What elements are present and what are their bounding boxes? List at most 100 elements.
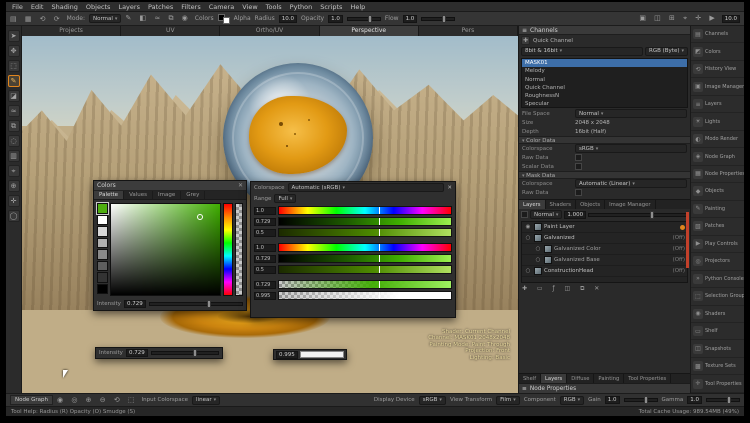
layer-visibility-icon[interactable]: ◉ xyxy=(524,224,532,230)
mask-raw-data-checkbox[interactable] xyxy=(575,189,582,196)
layer-row[interactable]: ◉ Paint Layer xyxy=(522,222,687,233)
panel-menu-icon[interactable]: ≡ xyxy=(522,27,527,34)
paint-mode-dropdown[interactable]: Normal xyxy=(89,14,121,23)
dock-item-modo-render[interactable]: ◐Modo Render xyxy=(691,131,744,148)
channel-item[interactable]: Normal xyxy=(522,76,687,84)
colors-panel-header[interactable]: Colors ✕ xyxy=(94,181,246,191)
tab-shelf[interactable]: Shelf xyxy=(519,374,541,383)
opacity-field[interactable]: 1.0 xyxy=(328,15,343,23)
tab-layers[interactable]: Layers xyxy=(519,200,546,209)
tab-ortho-uv[interactable]: Ortho/UV xyxy=(220,26,319,36)
swatch-gray-5[interactable] xyxy=(97,272,108,283)
select-tool-icon[interactable]: ➤ xyxy=(8,30,20,42)
swatch-black[interactable] xyxy=(97,284,108,295)
tab-palette[interactable]: Palette xyxy=(94,191,124,199)
intensity-field[interactable]: 0.729 xyxy=(124,300,146,308)
menu-edit[interactable]: Edit xyxy=(31,3,44,11)
swatch-green[interactable] xyxy=(97,203,108,214)
menu-python[interactable]: Python xyxy=(290,3,313,11)
color-picker-marker[interactable] xyxy=(197,214,203,220)
dock-item-layers[interactable]: ≡Layers xyxy=(691,96,744,113)
tab-layers-bottom[interactable]: Layers xyxy=(541,374,567,383)
dock-item-node-properties[interactable]: ▦Node Properties xyxy=(691,166,744,183)
transform-tool-icon[interactable]: ✥ xyxy=(8,45,20,57)
component-dropdown[interactable]: RGB xyxy=(560,396,584,405)
curve-value-field[interactable]: 0.729 xyxy=(254,281,276,289)
dock-item-python-console[interactable]: »Python Console xyxy=(691,271,744,288)
range-dropdown[interactable]: Full xyxy=(274,194,296,203)
dock-item-node-graph[interactable]: ◈Node Graph xyxy=(691,148,744,165)
dock-item-selection-groups[interactable]: ⬚Selection Groups xyxy=(691,288,744,305)
raw-data-checkbox[interactable] xyxy=(575,154,582,161)
dock-item-lights[interactable]: ☀Lights xyxy=(691,113,744,130)
tab-uv[interactable]: UV xyxy=(121,26,220,36)
alpha-strip[interactable] xyxy=(235,203,243,296)
gain-slider-thumb[interactable] xyxy=(644,396,648,404)
colorspace-dropdown[interactable]: sRGB xyxy=(575,144,687,153)
swatch-gray-1[interactable] xyxy=(97,226,108,237)
menu-tools[interactable]: Tools xyxy=(266,3,282,11)
file-space-dropdown[interactable]: Normal xyxy=(575,109,687,118)
menu-file[interactable]: File xyxy=(12,3,23,11)
layer-visibility-icon[interactable]: ○ xyxy=(534,246,542,252)
panel-menu-icon[interactable]: ≡ xyxy=(522,386,527,392)
flow-slider-thumb[interactable] xyxy=(442,15,446,23)
tab-image[interactable]: Image xyxy=(153,191,181,199)
dock-item-snapshots[interactable]: ◫Snapshots xyxy=(691,340,744,357)
channels-panel-header[interactable]: ≡ Channels xyxy=(519,26,690,35)
channel-item[interactable]: RoughnessN xyxy=(522,92,687,100)
swatch-gray-2[interactable] xyxy=(97,238,108,249)
layer-opacity-slider[interactable] xyxy=(588,213,688,217)
background-color-swatch[interactable] xyxy=(223,17,230,24)
dock-item-patches[interactable]: ▧Patches xyxy=(691,218,744,235)
paint-tool-icons[interactable]: ✎ ◧ ≈ ⧉ ◉ xyxy=(125,14,190,23)
project-file-icons[interactable]: ▤ ▦ ⟲ ⟳ xyxy=(10,15,63,23)
layer-visibility-icon[interactable]: ○ xyxy=(534,257,542,263)
close-icon[interactable]: ✕ xyxy=(447,185,452,191)
tab-diffuse[interactable]: Diffuse xyxy=(567,374,594,383)
dock-item-texture-sets[interactable]: ▩Texture Sets xyxy=(691,358,744,375)
tab-pers[interactable]: Pers xyxy=(419,26,518,36)
opacity-slider[interactable] xyxy=(347,17,381,21)
add-channel-icon[interactable]: ✚ xyxy=(521,36,530,45)
tab-shaders[interactable]: Shaders xyxy=(546,200,577,209)
dock-item-projectors[interactable]: ◎Projectors xyxy=(691,253,744,270)
viewport-nav-icons[interactable]: ◉ ◎ ⊕ ⊖ ⟲ ⬚ xyxy=(57,396,138,404)
hue-strip[interactable] xyxy=(223,203,233,296)
tab-image-manager[interactable]: Image Manager xyxy=(605,200,656,209)
mask-colorspace-dropdown[interactable]: Automatic (Linear) xyxy=(575,179,687,188)
layer-lock-checkbox[interactable] xyxy=(521,211,528,218)
colorspace-dropdown[interactable]: Automatic (sRGB) xyxy=(288,183,445,192)
intensity-field[interactable]: 0.729 xyxy=(126,349,148,357)
eyedropper-tool-icon[interactable]: ⌖ xyxy=(8,165,20,177)
intensity-slider[interactable] xyxy=(149,302,243,306)
pan-tool-icon[interactable]: ✛ xyxy=(8,195,20,207)
tab-grey[interactable]: Grey xyxy=(181,191,205,199)
tab-tool-properties[interactable]: Tool Properties xyxy=(624,374,671,383)
dock-item-painting[interactable]: ✎Painting xyxy=(691,201,744,218)
dock-item-shelf[interactable]: ▭Shelf xyxy=(691,323,744,340)
channel-item[interactable]: MASK01 xyxy=(522,59,687,67)
value-field[interactable]: 0.995 xyxy=(276,351,298,359)
gamma-field[interactable]: 1.0 xyxy=(687,396,702,404)
zoom-tool-icon[interactable]: ⊕ xyxy=(8,180,20,192)
curve-value-field[interactable]: 0.729 xyxy=(254,218,276,226)
radius-field[interactable]: 10.0 xyxy=(279,15,297,23)
dock-item-channels[interactable]: ▤Channels xyxy=(691,26,744,43)
intensity-slider-thumb[interactable] xyxy=(193,349,197,357)
layer-opacity-slider-thumb[interactable] xyxy=(650,211,654,219)
menu-view[interactable]: View xyxy=(242,3,257,11)
saturation-value-picker[interactable] xyxy=(110,203,221,296)
alpha-white-ramp-strip[interactable] xyxy=(278,291,452,300)
swatch-white[interactable] xyxy=(97,215,108,226)
swatch-gray-3[interactable] xyxy=(97,249,108,260)
curve-value-field[interactable]: 0.5 xyxy=(254,266,276,274)
blend-mode-dropdown[interactable]: Normal xyxy=(530,210,562,219)
blur-tool-icon[interactable]: ◌ xyxy=(8,135,20,147)
layer-visibility-icon[interactable]: ○ xyxy=(524,268,532,274)
curve-value-field[interactable]: 0.729 xyxy=(254,255,276,263)
opacity-slider-thumb[interactable] xyxy=(368,15,372,23)
green-ramp-strip[interactable] xyxy=(278,254,452,263)
layer-action-icons[interactable]: ✚ ▭ ƒ ◫ ⧉ ✕ xyxy=(519,284,690,294)
dock-item-history-view[interactable]: ⟲History View xyxy=(691,61,744,78)
